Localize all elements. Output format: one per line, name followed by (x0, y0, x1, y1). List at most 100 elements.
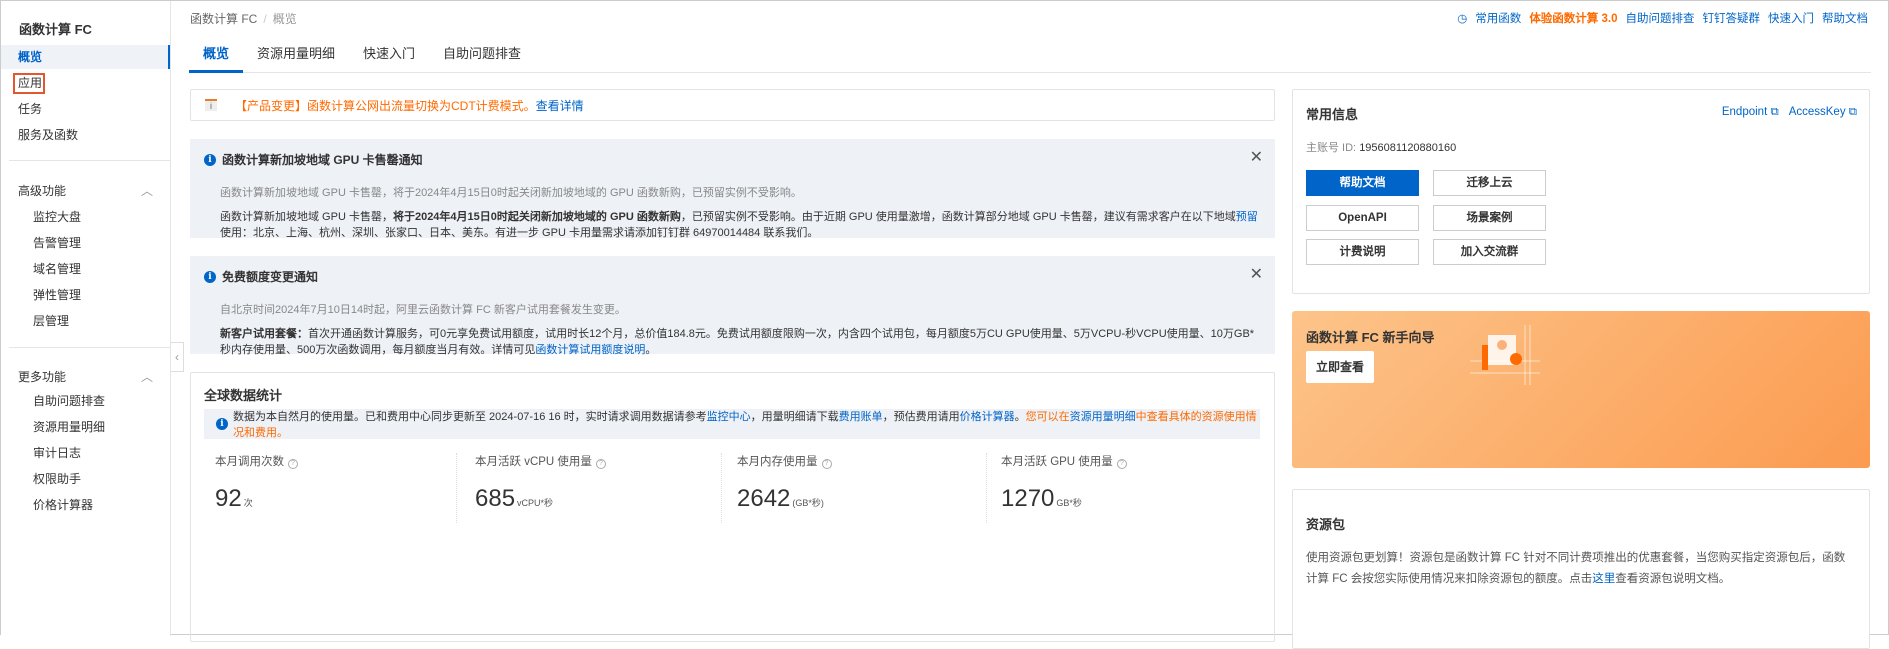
sidebar-item-audit[interactable]: 审计日志 (1, 441, 170, 465)
package-description: 使用资源包更划算！资源包是函数计算 FC 针对不同计费项推出的优惠套餐，当您购买… (1306, 548, 1856, 589)
link-try-fc3[interactable]: 体验函数计算 3.0 (1529, 10, 1617, 26)
metric-label: 本月活跃 GPU 使用量 (1001, 456, 1113, 468)
billing-button[interactable]: 计费说明 (1306, 239, 1419, 265)
text: 。 (1014, 411, 1026, 423)
guide-illustration-icon (1470, 325, 1540, 385)
metric-label: 本月活跃 vCPU 使用量 (475, 456, 592, 468)
announcement-text: 【产品变更】函数计算公网出流量切换为CDT计费模式。 (235, 98, 536, 113)
text: 数据为本自然月的使用量。已和费用中心同步更新至 2024-07-16 16 时，… (233, 411, 707, 423)
group-more[interactable]: 更多功能 ︿ (18, 368, 153, 385)
announcement-icon: i (205, 99, 217, 111)
metric-label: 本月内存使用量 (737, 456, 818, 468)
notice-summary: 自北京时间2024年7月10日14时起，阿里云函数计算 FC 新客户试用套餐发生… (220, 304, 626, 316)
scenarios-button[interactable]: 场景案例 (1433, 205, 1546, 231)
help-icon[interactable]: ? (1116, 459, 1127, 469)
help-icon[interactable]: ? (288, 459, 298, 469)
sidebar-item-services[interactable]: 服务及函数 (1, 123, 170, 147)
info-icon: i (204, 153, 216, 166)
endpoint-link[interactable]: Endpoint ⧉ (1722, 106, 1779, 119)
calculator-link[interactable]: 价格计算器 (960, 411, 1015, 423)
text: 查看资源包说明文档。 (1615, 572, 1731, 585)
link-help[interactable]: 帮助文档 (1822, 10, 1868, 26)
view-now-button[interactable]: 立即查看 (1306, 351, 1374, 383)
sidebar-item-troubleshoot[interactable]: 自助问题排查 (1, 389, 170, 413)
sidebar-item-layers[interactable]: 层管理 (1, 309, 170, 333)
notice-summary: 函数计算新加坡地域 GPU 卡售罄，将于2024年4月15日0时起关闭新加坡地域… (220, 187, 802, 199)
top-links: ◷ 常用函数 体验函数计算 3.0 自助问题排查 钉钉答疑群 快速入门 帮助文档 (1457, 10, 1868, 26)
metric-vcpu: 本月活跃 vCPU 使用量? 685 vCPU*秒 (475, 453, 735, 513)
sidebar-item-domain[interactable]: 域名管理 (1, 257, 170, 281)
tab-bar: 概览 资源用量明细 快速入门 自助问题排查 (189, 39, 1871, 73)
group-label: 高级功能 (18, 184, 67, 198)
info-icon: i (204, 270, 216, 283)
tab-overview[interactable]: 概览 (189, 39, 244, 73)
clock-icon: ◷ (1457, 13, 1468, 25)
sidebar-title: 函数计算 FC (19, 22, 92, 37)
monitor-link[interactable]: 监控中心 (707, 411, 751, 423)
collapse-sidebar-button[interactable]: ‹ (171, 342, 184, 372)
tab-usage[interactable]: 资源用量明细 (243, 39, 349, 73)
sidebar-item-usage[interactable]: 资源用量明细 (1, 415, 170, 439)
help-icon[interactable]: ? (821, 459, 832, 469)
sidebar-item-scaling[interactable]: 弹性管理 (1, 283, 170, 307)
help-icon[interactable]: ? (595, 459, 606, 469)
notice-title: 免费额度变更通知 (222, 270, 319, 284)
text: ，已预留实例不受影响。由于近期 GPU 使用量激增，函数计算部分地域 GPU 卡… (680, 211, 1236, 223)
link-common-functions[interactable]: 常用函数 (1475, 10, 1521, 26)
text: 使用资源包更划算！资源包是函数计算 FC 针对不同计费项推出的优惠套餐，当您购买… (1306, 552, 1846, 585)
link-text: AccessKey (1788, 106, 1846, 118)
metric-value: 685 (475, 485, 516, 512)
link-dingding[interactable]: 钉钉答疑群 (1703, 10, 1761, 26)
sidebar-item-tasks[interactable]: 任务 (1, 97, 170, 121)
bill-link[interactable]: 费用账单 (839, 411, 883, 423)
text: 。 (645, 344, 657, 356)
sidebar-item-calculator[interactable]: 价格计算器 (1, 493, 170, 517)
divider (721, 453, 722, 523)
group-label: 更多功能 (18, 370, 67, 384)
guide-title: 函数计算 FC 新手向导 (1306, 330, 1435, 345)
link-troubleshoot[interactable]: 自助问题排查 (1626, 10, 1695, 26)
tab-quickstart[interactable]: 快速入门 (349, 39, 429, 73)
package-doc-link[interactable]: 这里 (1592, 573, 1615, 585)
text: 使用：北京、上海、杭州、深圳、张家口、日本、美东。有进一步 GPU 卡用量需求请… (220, 227, 819, 239)
account-value: 1956081120880160 (1359, 142, 1457, 154)
metric-label: 本月调用次数 (215, 456, 284, 468)
trial-quota-link[interactable]: 函数计算试用额度说明 (535, 344, 645, 356)
divider (456, 453, 457, 523)
text: 首次开通函数计算服务，可0元享免费试用额度，试用时长12个月，总价值184.8元… (220, 328, 1255, 356)
sidebar-item-alarm[interactable]: 告警管理 (1, 231, 170, 255)
highlight-box (13, 73, 45, 94)
sidebar-item-permission[interactable]: 权限助手 (1, 467, 170, 491)
metric-gpu: 本月活跃 GPU 使用量? 1270 GB*秒 (1001, 453, 1261, 513)
openapi-button[interactable]: OpenAPI (1306, 205, 1419, 231)
announcement-link[interactable]: 查看详情 (536, 97, 584, 114)
close-icon[interactable]: ✕ (1250, 264, 1263, 284)
link-quickstart[interactable]: 快速入门 (1768, 10, 1814, 26)
stats-title: 全球数据统计 (204, 388, 283, 403)
text: 您可以在 (1025, 411, 1070, 423)
breadcrumb-current: 概览 (272, 12, 297, 26)
migrate-button[interactable]: 迁移上云 (1433, 170, 1546, 196)
close-icon[interactable]: ✕ (1250, 147, 1263, 167)
external-link-icon: ⧉ (1770, 106, 1779, 118)
chevron-up-icon: ︿ (140, 184, 153, 198)
text-bold: 新客户试用套餐： (220, 328, 308, 340)
breadcrumb-root[interactable]: 函数计算 FC (190, 12, 257, 26)
tab-troubleshoot[interactable]: 自助问题排查 (429, 39, 535, 73)
reserve-link[interactable]: 预留 (1236, 211, 1258, 223)
accesskey-link[interactable]: AccessKey ⧉ (1789, 106, 1857, 119)
account-label: 主账号 ID: (1306, 142, 1357, 154)
sidebar-item-overview[interactable]: 概览 (1, 45, 170, 69)
help-docs-button[interactable]: 帮助文档 (1306, 170, 1419, 196)
sidebar-item-monitor[interactable]: 监控大盘 (1, 205, 170, 229)
group-advanced[interactable]: 高级功能 ︿ (18, 182, 153, 199)
metric-value: 2642 (737, 485, 791, 512)
notice-gpu: i 函数计算新加坡地域 GPU 卡售罄通知 ✕ 函数计算新加坡地域 GPU 卡售罄… (190, 139, 1275, 239)
usage-detail-link[interactable]: 资源用量明细 (1070, 411, 1136, 423)
metric-value: 1270 (1001, 485, 1055, 512)
metric-invocations: 本月调用次数? 92 次 (215, 453, 475, 513)
metric-unit: (GB*秒) (792, 498, 824, 508)
sidebar: 函数计算 FC 概览 应用 任务 服务及函数 高级功能 ︿ 监控大盘 告警管理 域… (1, 1, 171, 636)
join-group-button[interactable]: 加入交流群 (1433, 239, 1546, 265)
metric-memory: 本月内存使用量? 2642 (GB*秒) (737, 453, 997, 513)
